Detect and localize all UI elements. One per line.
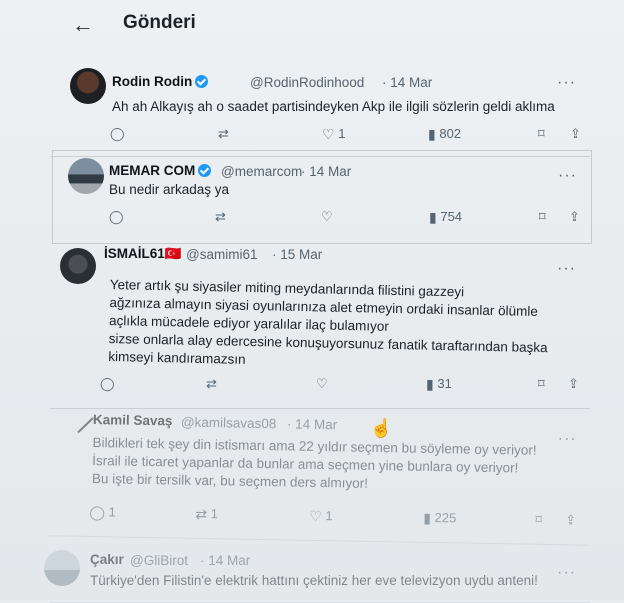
- author-handle[interactable]: @GliBirot: [130, 553, 188, 568]
- retweet-button[interactable]: ⇄ 1: [195, 506, 218, 523]
- post-date[interactable]: · 14 Mar: [200, 553, 250, 568]
- views-button[interactable]: ▮ 754: [429, 209, 462, 226]
- post-date[interactable]: · 14 Mar: [287, 416, 338, 432]
- reply-icon[interactable]: ◯: [109, 209, 124, 225]
- post[interactable]: Çakır @GliBirot · 14 Mar ··· Türkiye'den…: [44, 542, 590, 603]
- post-text: Yeter artık şu siyasiler miting meydanla…: [108, 276, 590, 376]
- retweet-icon[interactable]: ⇄: [206, 376, 217, 392]
- bookmark-icon[interactable]: ⌑: [535, 512, 542, 528]
- author-handle[interactable]: @samimi61: [186, 247, 257, 262]
- post[interactable]: MEMAR COM @memarcom · 14 Mar ··· Bu nedi…: [52, 150, 592, 244]
- heart-icon[interactable]: ♡: [316, 376, 328, 392]
- views-icon: ▮: [423, 509, 432, 526]
- heart-icon: ♡: [322, 126, 335, 142]
- post-actions: ◯ ⇄ ♡ ▮ 31 ⌑ ⇪: [50, 376, 590, 396]
- author-name[interactable]: Çakır: [90, 552, 124, 567]
- post-actions: ◯ 1 ⇄ 1 ♡ 1 ▮ 225 ⌑ ⇪: [49, 503, 589, 532]
- post-text: Bu nedir arkadaş ya: [109, 182, 230, 197]
- header: ← Gönderi: [0, 0, 624, 52]
- share-icon[interactable]: ⇪: [569, 209, 580, 225]
- verified-badge-icon: [198, 164, 212, 177]
- reply-icon[interactable]: ◯: [110, 126, 125, 142]
- bookmark-icon[interactable]: ⌑: [538, 126, 545, 142]
- avatar[interactable]: [70, 68, 106, 104]
- reply-icon[interactable]: ◯: [100, 376, 115, 392]
- heart-icon: ♡: [309, 507, 322, 525]
- author-name[interactable]: MEMAR COM: [109, 163, 212, 178]
- post-actions: ◯ ⇄ ♡ ▮ 754 ⌑ ⇪: [53, 209, 593, 229]
- share-icon[interactable]: ⇪: [570, 126, 581, 142]
- views-icon: ▮: [428, 126, 436, 142]
- author-name[interactable]: Kamil Savaş: [93, 412, 173, 428]
- heart-icon[interactable]: ♡: [321, 209, 333, 225]
- author-name[interactable]: İSMAİL61🇹🇷: [104, 246, 182, 262]
- more-icon[interactable]: ···: [558, 167, 577, 185]
- author-handle[interactable]: @RodinRodinhood: [250, 75, 364, 90]
- like-button[interactable]: ♡ 1: [309, 508, 333, 525]
- post-date[interactable]: · 15 Mar: [272, 247, 322, 262]
- hand-cursor-icon: ☝: [370, 418, 393, 438]
- retweet-icon: ⇄: [195, 505, 208, 523]
- post[interactable]: Rodin Rodin @RodinRodinhood · 14 Mar ···…: [50, 60, 590, 157]
- post-text: Bildikleri tek şey din istismarı ama 22 …: [92, 434, 583, 497]
- avatar[interactable]: [44, 550, 80, 586]
- bookmark-icon[interactable]: ⌑: [538, 376, 545, 392]
- post-date[interactable]: · 14 Mar: [382, 75, 432, 90]
- author-name[interactable]: Rodin Rodin: [112, 74, 209, 89]
- post-actions: ◯ ⇄ ♡ 1 ▮ 802 ⌑ ⇪: [50, 126, 590, 146]
- views-icon: ▮: [429, 209, 437, 225]
- more-icon[interactable]: ···: [557, 260, 576, 278]
- post[interactable]: İSMAİL61🇹🇷 @samimi61 · 15 Mar ··· Yeter …: [50, 240, 590, 409]
- more-icon[interactable]: ···: [557, 74, 576, 92]
- post-text: Ah ah Alkayış ah o saadet partisindeyken…: [112, 99, 555, 114]
- share-icon[interactable]: ⇪: [568, 376, 579, 392]
- arrow-left-icon[interactable]: ←: [72, 12, 94, 38]
- views-icon: ▮: [426, 376, 434, 392]
- post-date[interactable]: · 14 Mar: [301, 164, 351, 179]
- like-button[interactable]: ♡ 1: [322, 126, 345, 143]
- views-button[interactable]: ▮ 225: [423, 510, 456, 528]
- avatar[interactable]: [60, 248, 96, 284]
- author-handle[interactable]: @memarcom: [221, 164, 302, 179]
- views-button[interactable]: ▮ 802: [428, 126, 461, 143]
- reply-button[interactable]: ◯ 1: [89, 504, 116, 521]
- page-title: Gönderi: [123, 12, 196, 33]
- share-icon[interactable]: ⇪: [565, 512, 576, 528]
- post-text: Türkiye'den Filistin'e elektrik hattını …: [90, 573, 538, 588]
- retweet-icon[interactable]: ⇄: [215, 209, 226, 225]
- verified-badge-icon: [195, 75, 209, 88]
- avatar[interactable]: [68, 158, 104, 194]
- retweet-icon[interactable]: ⇄: [218, 126, 229, 142]
- screen: ← Gönderi Rodin Rodin @RodinRodinhood · …: [0, 0, 624, 603]
- author-handle[interactable]: @kamilsavas08: [181, 415, 277, 432]
- views-button[interactable]: ▮ 31: [426, 376, 452, 393]
- post[interactable]: Kamil Savaş @kamilsavas08 · 14 Mar ··· B…: [48, 405, 592, 546]
- bookmark-icon[interactable]: ⌑: [539, 209, 546, 225]
- reply-icon: ◯: [89, 503, 106, 521]
